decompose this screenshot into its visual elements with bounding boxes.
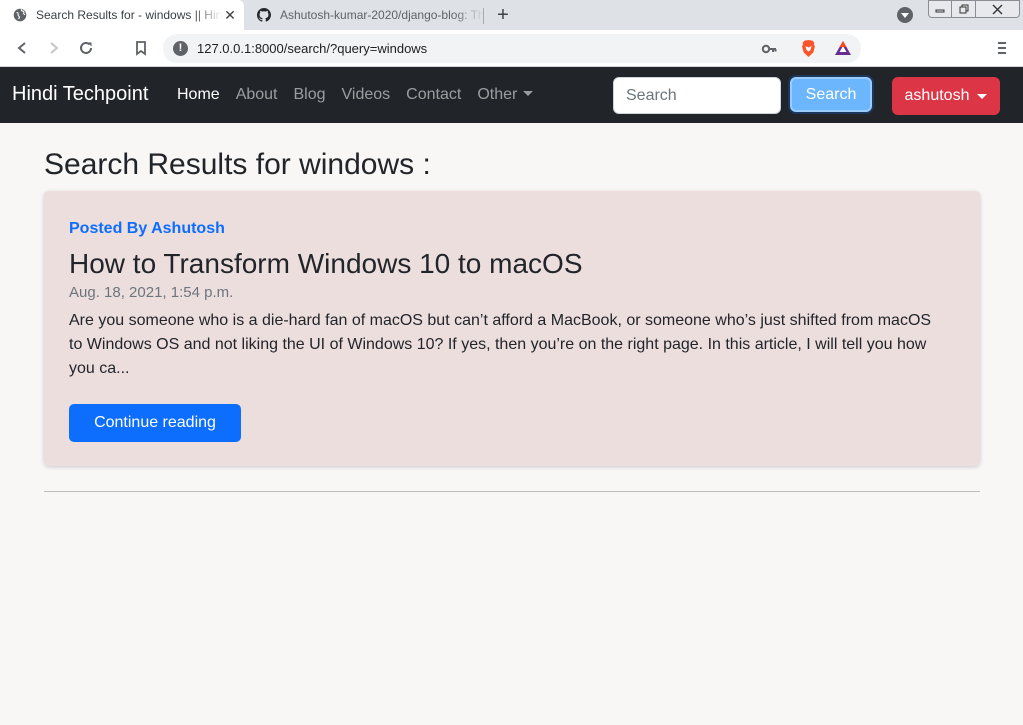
nav-link-home[interactable]: Home: [169, 85, 228, 105]
new-tab-plus-icon[interactable]: +: [493, 4, 513, 26]
browser-menu-icon[interactable]: [992, 38, 1012, 58]
browser-tab-active[interactable]: Search Results for - windows || Hindi Te…: [0, 0, 244, 30]
results-divider: [44, 491, 980, 492]
tab-title: Ashutosh-kumar-2020/django-blog: This is…: [280, 8, 484, 22]
address-url[interactable]: 127.0.0.1:8000/search/?query=windows: [197, 41, 427, 56]
github-icon: [257, 8, 271, 22]
forward-icon[interactable]: [44, 38, 64, 58]
caret-down-icon: [523, 91, 534, 96]
tab-search-icon[interactable]: [897, 7, 913, 23]
search-input[interactable]: [613, 77, 781, 114]
search-result-card: Posted By Ashutosh How to Transform Wind…: [44, 191, 980, 466]
nav-link-contact[interactable]: Contact: [398, 85, 469, 105]
address-bar[interactable]: ! 127.0.0.1:8000/search/?query=windows: [163, 34, 861, 63]
close-tab-icon[interactable]: ✕: [222, 7, 238, 24]
brave-shields-icon[interactable]: [800, 39, 817, 58]
post-date: Aug. 18, 2021, 1:54 p.m.: [69, 284, 234, 301]
search-button[interactable]: Search: [790, 77, 872, 112]
post-author: Posted By Ashutosh: [69, 220, 225, 237]
caret-down-icon: [977, 93, 988, 99]
site-navbar: Hindi Techpoint Home About Blog Videos C…: [0, 67, 1023, 123]
nav-dropdown-other[interactable]: Other: [469, 85, 541, 105]
tab-separator: [483, 8, 484, 24]
browser-tab[interactable]: Ashutosh-kumar-2020/django-blog: This is…: [244, 0, 484, 30]
nav-link-about[interactable]: About: [228, 85, 286, 105]
restore-window-icon[interactable]: [952, 0, 976, 18]
minimize-window-icon[interactable]: [928, 0, 952, 18]
navbar-brand[interactable]: Hindi Techpoint: [12, 83, 148, 106]
back-icon[interactable]: [12, 38, 32, 58]
page-title: Search Results for windows :: [44, 148, 431, 181]
close-window-icon[interactable]: [976, 0, 1020, 18]
nav-link-blog[interactable]: Blog: [286, 85, 334, 105]
tab-title: Search Results for - windows || Hindi Te…: [36, 8, 222, 22]
nav-link-videos[interactable]: Videos: [334, 85, 399, 105]
user-dropdown-button[interactable]: ashutosh: [892, 77, 1000, 115]
key-icon[interactable]: [761, 41, 777, 57]
site-info-icon[interactable]: !: [173, 41, 188, 56]
post-excerpt: Are you someone who is a die-hard fan of…: [69, 312, 932, 377]
brave-rewards-icon[interactable]: [834, 40, 852, 56]
bookmark-icon[interactable]: [131, 38, 151, 58]
user-dropdown-label: ashutosh: [904, 87, 970, 104]
reload-icon[interactable]: [76, 38, 96, 58]
nav-dropdown-other-label: Other: [477, 86, 518, 103]
post-title: How to Transform Windows 10 to macOS: [69, 248, 583, 279]
browser-toolbar: ! 127.0.0.1:8000/search/?query=windows: [0, 30, 1023, 67]
nav-links: Home About Blog Videos Contact Other: [169, 85, 541, 105]
browser-tabstrip: Search Results for - windows || Hindi Te…: [0, 0, 1023, 30]
continue-reading-button[interactable]: Continue reading: [69, 404, 241, 442]
globe-icon: [13, 8, 27, 22]
